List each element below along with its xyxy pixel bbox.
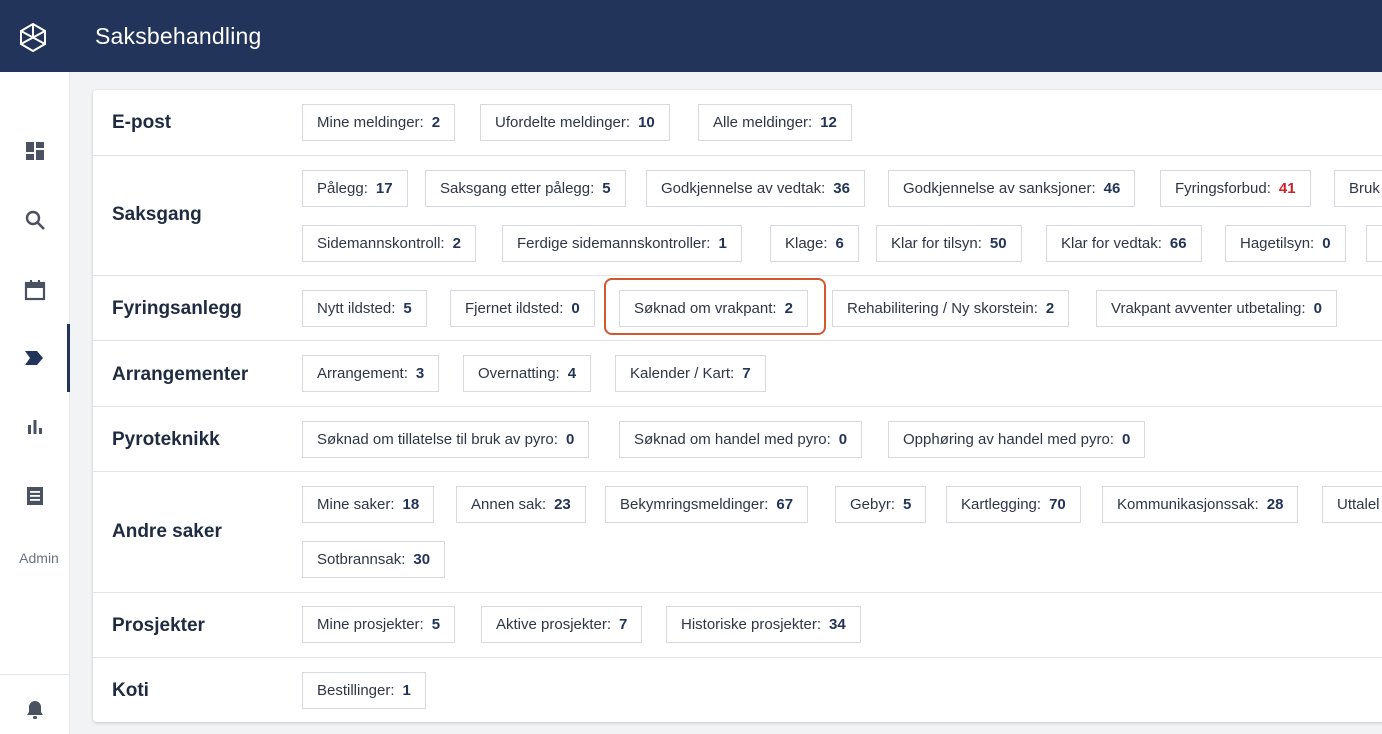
notifications-button[interactable]	[0, 676, 70, 734]
chevron-tag-icon	[24, 351, 43, 365]
top-bar: Saksbehandling	[0, 0, 1382, 72]
sidebar-item-cases[interactable]	[0, 324, 70, 392]
calendar-icon	[24, 280, 46, 301]
dashboard-icon	[26, 142, 44, 160]
chip-kommunikasjonssak[interactable]: Kommunikasjonssak: 28	[1102, 486, 1299, 523]
chip-klage[interactable]: Klage: 6	[770, 225, 859, 262]
case-overview-card: E-post Mine meldinger: 2 Ufordelte meldin…	[93, 90, 1382, 722]
chip-palegg[interactable]: Pålegg: 17	[302, 170, 408, 207]
search-icon	[25, 210, 45, 230]
section-pyroteknikk: Pyroteknikk Søknad om tillatelse til bru…	[93, 407, 1382, 472]
chip-overflow[interactable]	[1366, 225, 1382, 262]
section-saksgang: Saksgang Pålegg: 17 Saksgang etter pålegg…	[93, 156, 1382, 276]
sidebar-item-documents[interactable]	[0, 462, 70, 530]
chip-bekymringsmeldinger[interactable]: Bekymringsmeldinger: 67	[605, 486, 809, 523]
chip-soknad-handel-pyro[interactable]: Søknad om handel med pyro: 0	[619, 421, 863, 458]
chip-klar-for-tilsyn[interactable]: Klar for tilsyn: 50	[876, 225, 1022, 262]
chip-hagetilsyn[interactable]: Hagetilsyn: 0	[1225, 225, 1346, 262]
chip-sidemannskontroll[interactable]: Sidemannskontroll: 2	[302, 225, 476, 262]
chip-gebyr[interactable]: Gebyr: 5	[835, 486, 927, 523]
chip-arrangement[interactable]: Arrangement: 3	[302, 355, 440, 392]
chip-sotbrannsak[interactable]: Sotbrannsak: 30	[302, 541, 446, 578]
chip-uttalelse[interactable]: Uttalel	[1322, 486, 1382, 523]
sidebar-divider	[0, 674, 70, 675]
chip-saksgang-etter-palegg[interactable]: Saksgang etter pålegg: 5	[425, 170, 626, 207]
section-label: Prosjekter	[112, 615, 205, 636]
sidebar-item-admin[interactable]: Admin	[0, 550, 78, 566]
chip-vrakpant-avventer[interactable]: Vrakpant avventer utbetaling: 0	[1096, 290, 1337, 327]
chip-mine-prosjekter[interactable]: Mine prosjekter: 5	[302, 606, 456, 643]
section-epost: E-post Mine meldinger: 2 Ufordelte meldin…	[93, 90, 1382, 156]
chip-soknad-tillatelse-pyro[interactable]: Søknad om tillatelse til bruk av pyro: 0	[302, 421, 590, 458]
sidebar-item-dashboard[interactable]	[0, 117, 70, 185]
section-label: Andre saker	[112, 521, 222, 542]
chip-kalender-kart[interactable]: Kalender / Kart: 7	[615, 355, 766, 392]
chip-ferdige-sidemannskontroller[interactable]: Ferdige sidemannskontroller: 1	[502, 225, 742, 262]
highlight-annotation	[604, 278, 826, 335]
sidebar: Admin	[0, 72, 70, 734]
document-icon	[27, 487, 43, 505]
chip-fyringsforbud[interactable]: Fyringsforbud: 41	[1160, 170, 1311, 207]
chip-ufordelte-meldinger[interactable]: Ufordelte meldinger: 10	[480, 104, 670, 141]
chip-mine-saker[interactable]: Mine saker: 18	[302, 486, 435, 523]
chip-kartlegging[interactable]: Kartlegging: 70	[946, 486, 1081, 523]
sidebar-item-calendar[interactable]	[0, 256, 70, 324]
chip-opphoring-handel-pyro[interactable]: Opphøring av handel med pyro: 0	[888, 421, 1146, 458]
page-title: Saksbehandling	[95, 23, 262, 49]
chip-bruk[interactable]: Bruk	[1334, 170, 1382, 207]
chip-alle-meldinger[interactable]: Alle meldinger: 12	[698, 104, 852, 141]
chip-bestillinger[interactable]: Bestillinger: 1	[302, 672, 426, 709]
chip-rehabilitering-skorstein[interactable]: Rehabilitering / Ny skorstein: 2	[832, 290, 1070, 327]
chip-historiske-prosjekter[interactable]: Historiske prosjekter: 34	[666, 606, 861, 643]
chip-mine-meldinger[interactable]: Mine meldinger: 2	[302, 104, 456, 141]
sidebar-item-statistics[interactable]	[0, 392, 70, 460]
section-koti: Koti Bestillinger: 1	[93, 658, 1382, 722]
bar-chart-icon	[28, 420, 42, 434]
chip-godkjennelse-vedtak[interactable]: Godkjennelse av vedtak: 36	[646, 170, 865, 207]
chip-klar-for-vedtak[interactable]: Klar for vedtak: 66	[1046, 225, 1202, 262]
chip-annen-sak[interactable]: Annen sak: 23	[456, 486, 586, 523]
section-label: Pyroteknikk	[112, 429, 220, 450]
section-label: Fyringsanlegg	[112, 298, 242, 319]
section-label: Saksgang	[112, 204, 202, 225]
sidebar-item-search[interactable]	[0, 186, 70, 254]
section-label: Koti	[112, 680, 149, 701]
chip-nytt-ildsted[interactable]: Nytt ildsted: 5	[302, 290, 427, 327]
section-label: E-post	[112, 112, 172, 133]
chip-fjernet-ildsted[interactable]: Fjernet ildsted: 0	[450, 290, 595, 327]
chip-aktive-prosjekter[interactable]: Aktive prosjekter: 7	[481, 606, 643, 643]
chip-overnatting[interactable]: Overnatting: 4	[463, 355, 592, 392]
logo-icon[interactable]	[18, 22, 48, 52]
bell-icon	[27, 701, 43, 719]
chip-godkjennelse-sanksjoner[interactable]: Godkjennelse av sanksjoner: 46	[888, 170, 1136, 207]
section-label: Arrangementer	[112, 364, 249, 385]
section-andre-saker: Andre saker Mine saker: 18 Annen sak: 23 B…	[93, 472, 1382, 593]
section-prosjekter: Prosjekter Mine prosjekter: 5 Aktive pros…	[93, 593, 1382, 658]
section-arrangementer: Arrangementer Arrangement: 3 Overnatting:…	[93, 341, 1382, 407]
